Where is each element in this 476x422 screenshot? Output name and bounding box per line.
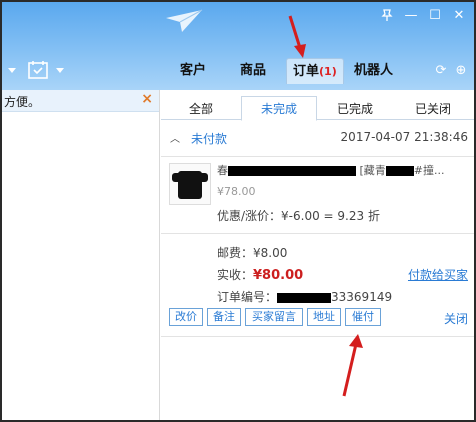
tab-incomplete[interactable]: 未完成 (241, 96, 317, 121)
received-amount: ¥80.00 (253, 268, 304, 283)
order-status-row[interactable]: ︿ 未付款 2017-04-07 21:38:46 (161, 128, 474, 150)
refresh-icon[interactable]: ⟳ (434, 64, 448, 78)
order-number-label: 订单编号： (217, 290, 278, 304)
redaction (228, 166, 356, 176)
quick-phrase-row[interactable]: 方便。 × (2, 90, 159, 112)
change-price-button[interactable]: 改价 (169, 308, 203, 326)
order-time: 2017-04-07 21:38:46 (340, 130, 468, 144)
order-tabs: 全部 未完成 已完成 已关闭 (161, 96, 474, 121)
divider (161, 336, 474, 337)
tab-all[interactable]: 全部 (175, 98, 227, 120)
tab-closed[interactable]: 已关闭 (403, 98, 463, 120)
add-icon[interactable]: ⊕ (454, 64, 468, 78)
tab-robot-label: 机器人 (354, 63, 394, 78)
tab-products[interactable]: 商品 (240, 58, 266, 84)
paper-plane-icon (166, 9, 203, 32)
received-line: 实收：¥80.00 (217, 266, 303, 283)
close-icon[interactable]: × (141, 91, 153, 107)
received-label: 实收： (217, 268, 254, 282)
product-title-end: #撞... (413, 164, 445, 177)
minimize-button[interactable]: — (402, 8, 420, 24)
order-panel: 全部 未完成 已完成 已关闭 ︿ 未付款 2017-04-07 21:38:46… (161, 90, 474, 420)
chevron-up-icon[interactable]: ︿ (170, 130, 180, 145)
product-price: ¥78.00 (217, 185, 256, 198)
app-window: — ☐ ✕ 客户 商品 订单(1) 机器人 ⟳ ⊕ 方便。 × 全部 未完成 已 (0, 0, 476, 422)
order-number-value: 33369149 (331, 290, 393, 304)
pay-buyer-link[interactable]: 付款给买家 (408, 266, 468, 283)
tab-customers[interactable]: 客户 (180, 58, 206, 84)
product-item: 春 [藏青 #撞... ¥78.00 优惠/涨价：¥-6.00 = 9.23 折 (161, 156, 474, 234)
orders-count-badge: (1) (319, 65, 337, 78)
tshirt-icon (172, 171, 208, 199)
header-bar: — ☐ ✕ 客户 商品 订单(1) 机器人 ⟳ ⊕ (2, 2, 474, 90)
postage-line: 邮费：¥8.00 (217, 246, 288, 260)
close-window-button[interactable]: ✕ (450, 8, 468, 24)
maximize-button[interactable]: ☐ (426, 8, 444, 24)
quick-phrase-text: 方便。 (4, 95, 41, 109)
left-panel: 方便。 × (2, 90, 160, 420)
redaction (277, 292, 332, 303)
remind-payment-button[interactable]: 催付 (345, 308, 381, 326)
tab-orders-label: 订单 (293, 64, 320, 79)
tab-robot[interactable]: 机器人 (354, 58, 393, 84)
product-title-mid: [藏青 (359, 164, 386, 177)
product-thumbnail[interactable] (169, 163, 211, 205)
calendar-add-icon[interactable] (28, 60, 50, 80)
buyer-message-button[interactable]: 买家留言 (245, 308, 303, 326)
note-button[interactable]: 备注 (207, 308, 241, 326)
redaction (385, 166, 414, 176)
calendar-dropdown-icon[interactable] (56, 68, 64, 73)
red-arrow-icon (342, 334, 363, 397)
tab-products-label: 商品 (240, 63, 267, 78)
red-arrow-icon (288, 15, 306, 58)
tab-completed[interactable]: 已完成 (325, 98, 385, 120)
action-buttons: 改价 备注 买家留言 地址 催付 关闭 (161, 306, 474, 330)
order-status: 未付款 (191, 132, 228, 146)
discount-line: 优惠/涨价：¥-6.00 = 9.23 折 (217, 209, 380, 223)
order-number-line: 订单编号： 33369149 (217, 288, 392, 305)
address-button[interactable]: 地址 (307, 308, 341, 326)
close-order-link[interactable]: 关闭 (444, 310, 468, 327)
product-title-start: 春 (217, 164, 228, 177)
tab-customers-label: 客户 (180, 63, 207, 78)
tab-orders[interactable]: 订单(1) (286, 58, 344, 84)
product-title[interactable]: 春 [藏青 #撞... (217, 162, 467, 178)
dropdown-arrow-icon[interactable] (8, 68, 16, 73)
pin-icon[interactable] (378, 8, 396, 24)
